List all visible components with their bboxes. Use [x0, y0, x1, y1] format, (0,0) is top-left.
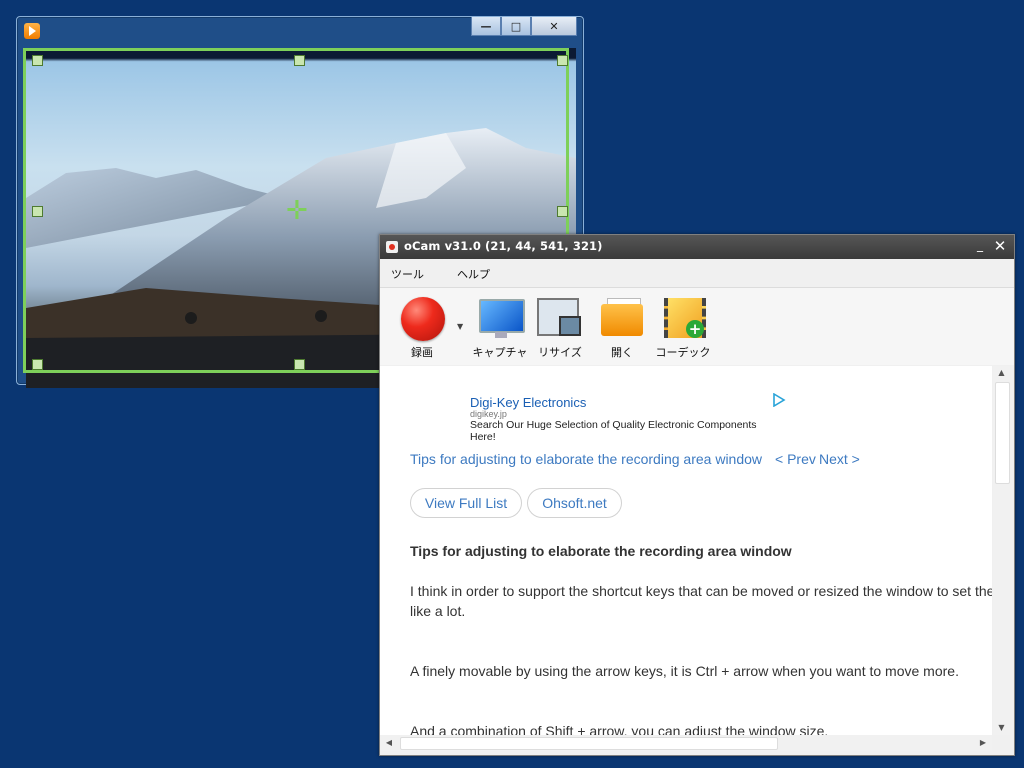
close-button[interactable]: ✕: [992, 237, 1008, 255]
resize-handle-bottom[interactable]: [294, 359, 305, 370]
resize-handle-top[interactable]: [294, 55, 305, 66]
resize-handle-top-left[interactable]: [32, 55, 43, 66]
record-dropdown-icon[interactable]: ▼: [457, 322, 463, 331]
ad-choices-icon[interactable]: [772, 392, 786, 408]
scroll-down-icon[interactable]: ▼: [993, 721, 1010, 735]
open-button[interactable]: 開く: [592, 296, 652, 360]
resize-icon: [537, 296, 583, 340]
capture-label: キャプチャ: [472, 346, 528, 359]
scroll-right-icon[interactable]: ▶: [976, 735, 990, 751]
horizontal-scroll-thumb[interactable]: [400, 737, 778, 750]
codec-button[interactable]: + コーデック: [653, 296, 713, 360]
menu-bar: ツール ヘルプ: [380, 260, 1014, 286]
ohsoft-button[interactable]: Ohsoft.net: [527, 488, 622, 518]
toolbar: 録画 ▼ キャプチャ リサイズ 開く + コーデック: [380, 287, 1014, 365]
vertical-scrollbar[interactable]: ▲ ▼: [993, 366, 1010, 735]
video-player-icon: [24, 23, 40, 39]
article-link[interactable]: Tips for adjusting to elaborate the reco…: [410, 451, 762, 467]
scroll-left-icon[interactable]: ◀: [382, 735, 396, 751]
horizontal-scrollbar[interactable]: ◀ ▶: [380, 735, 992, 751]
maximize-button[interactable]: □: [501, 17, 531, 36]
paragraph-2: A finely movable by using the arrow keys…: [410, 663, 959, 679]
resize-handle-top-right[interactable]: [557, 55, 568, 66]
codec-label: コーデック: [655, 346, 711, 359]
web-content-area: Digi-Key Electronics digikey.jp Search O…: [380, 366, 992, 735]
open-folder-icon: [599, 296, 645, 340]
codec-icon: +: [660, 296, 706, 340]
prev-link[interactable]: < Prev: [775, 451, 816, 467]
scroll-up-icon[interactable]: ▲: [993, 366, 1010, 380]
open-label: 開く: [611, 346, 633, 359]
ocam-app-icon: [386, 241, 398, 253]
capture-button[interactable]: キャプチャ: [470, 296, 530, 360]
move-crosshair-icon[interactable]: ✛: [286, 198, 308, 224]
record-button[interactable]: 録画: [392, 296, 452, 360]
view-full-list-button[interactable]: View Full List: [410, 488, 522, 518]
minimize-button[interactable]: —: [471, 17, 501, 36]
ocam-titlebar[interactable]: oCam v31.0 (21, 44, 541, 321) _ ✕: [380, 235, 1014, 259]
video-window-titlebar[interactable]: — □ ✕: [17, 17, 583, 45]
ad-title-link[interactable]: Digi-Key Electronics: [470, 395, 586, 410]
paragraph-3: And a combination of Shift + arrow, you …: [410, 723, 829, 735]
window-title: oCam v31.0 (21, 44, 541, 321): [404, 239, 603, 253]
ocam-window[interactable]: oCam v31.0 (21, 44, 541, 321) _ ✕ ツール ヘル…: [379, 234, 1015, 756]
ad-description[interactable]: Search Our Huge Selection of Quality Ele…: [470, 419, 770, 443]
menu-tools[interactable]: ツール: [391, 266, 424, 282]
resize-handle-bottom-left[interactable]: [32, 359, 43, 370]
paragraph-1: I think in order to support the shortcut…: [410, 583, 992, 599]
close-button[interactable]: ✕: [531, 17, 577, 36]
resize-handle-left[interactable]: [32, 206, 43, 217]
vertical-scroll-thumb[interactable]: [995, 382, 1010, 484]
article-heading: Tips for adjusting to elaborate the reco…: [410, 543, 792, 559]
menu-help[interactable]: ヘルプ: [457, 266, 490, 282]
record-icon: [399, 296, 445, 341]
resize-button[interactable]: リサイズ: [530, 296, 590, 360]
resize-label: リサイズ: [538, 346, 582, 359]
minimize-button[interactable]: _: [972, 238, 988, 254]
capture-icon: [477, 296, 525, 340]
ad-domain: digikey.jp: [470, 409, 507, 419]
paragraph-1-cont: like a lot.: [410, 603, 466, 619]
record-label: 録画: [411, 346, 433, 359]
next-link[interactable]: Next >: [819, 451, 860, 467]
resize-handle-right[interactable]: [557, 206, 568, 217]
